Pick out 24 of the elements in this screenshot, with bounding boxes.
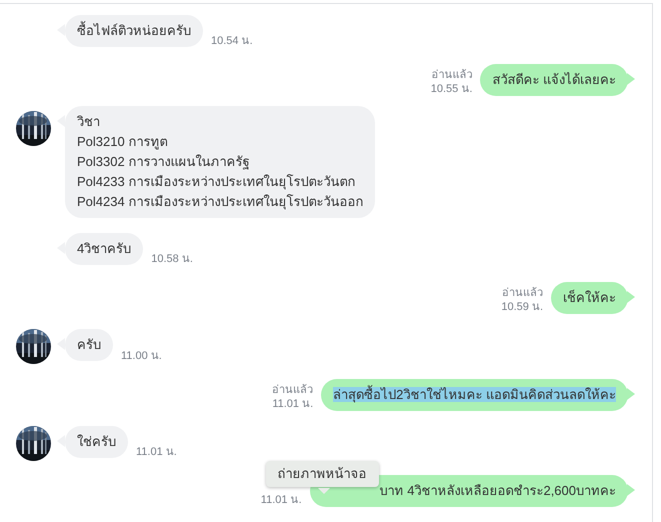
message-bubble: ใช่ครับ — [65, 426, 128, 458]
message-time: 11.01 น. — [260, 493, 302, 508]
message-time: 10.58 น. — [151, 252, 193, 266]
message-bubble: ครับ — [65, 329, 113, 362]
message-bubble: 4วิชาครับ — [65, 233, 144, 266]
read-receipt: อ่านแล้ว — [272, 382, 314, 397]
bubble-tail — [627, 388, 635, 400]
message-time: 10.55 น. — [430, 82, 472, 96]
message-time: 11.00 น. — [121, 348, 162, 363]
message-bubble: สวัสดีคะ แจ้งได้เลยคะ — [480, 64, 628, 96]
message-bubble: เช็คให้คะ — [551, 282, 628, 314]
message-time: 11.01 น. — [272, 396, 314, 411]
tooltip-pointer — [318, 488, 330, 494]
bubble-tail — [627, 484, 635, 496]
bubble-tail — [627, 291, 635, 304]
message-bubble: ซื้อไฟล์ติวหน่อยครับ — [65, 15, 203, 47]
bubble-tail — [627, 73, 635, 85]
message-bubble: วิชา Pol3210 การทูต Pol3302 การวางแผนในภาครัฐ Pol4233 การเมืองระหว่างประเทศในยุโรปตะวันตก Pol4234 การเมืองระหว่างประเทศในยุโรปตะวันออก — [65, 106, 376, 218]
message-bubble: ล่าสุดซื้อไป2วิชาใช่ไหมคะ แอดมินคิดส่วนลดให้คะ — [321, 378, 628, 411]
read-receipt: อ่านแล้ว — [431, 68, 472, 82]
message-time: 11.01 น. — [136, 445, 177, 460]
message-time: 10.59 น. — [501, 300, 543, 314]
message-time: 10.54 น. — [211, 34, 253, 48]
read-receipt: อ่านแล้ว — [502, 286, 543, 300]
